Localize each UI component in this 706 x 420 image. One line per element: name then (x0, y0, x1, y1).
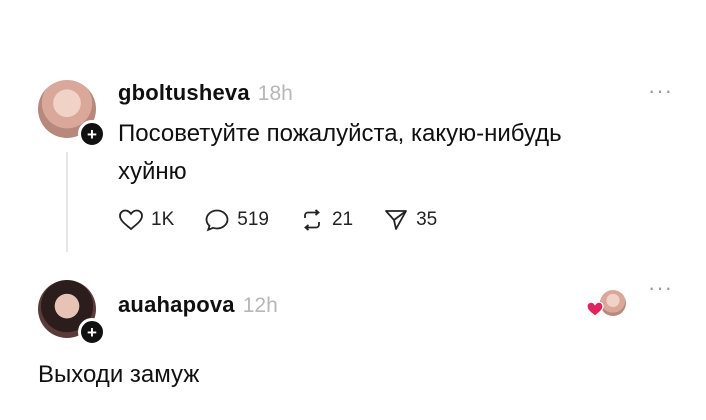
timestamp: 18h (257, 82, 293, 105)
share-count: 35 (416, 209, 438, 230)
more-icon[interactable]: ··· (648, 275, 673, 301)
repost-button[interactable]: 21 (299, 208, 353, 232)
post-header: auahapova 12h (118, 292, 278, 318)
post-text-line: хуйню (118, 158, 187, 185)
like-button[interactable]: 1K (118, 208, 174, 232)
heart-icon (586, 301, 604, 317)
more-icon[interactable]: ··· (648, 78, 673, 104)
like-count: 1K (151, 209, 175, 230)
timestamp: 12h (242, 294, 278, 317)
username[interactable]: auahapova (118, 292, 235, 318)
thread-line (66, 152, 68, 252)
post-text: Выходи замуж (38, 361, 200, 388)
share-icon (385, 210, 407, 230)
comment-count: 519 (237, 209, 269, 230)
post-header: gboltusheva 18h (118, 80, 293, 106)
post-actions: 1K 519 21 35 (118, 208, 467, 232)
username[interactable]: gboltusheva (118, 80, 250, 106)
plus-icon[interactable]: + (78, 318, 106, 346)
comment-icon (205, 209, 229, 232)
repost-icon (304, 209, 320, 231)
repost-count: 21 (331, 209, 354, 230)
post-text-line: Посоветуйте пожалуйста, какую-нибудь (118, 120, 562, 147)
share-button[interactable]: 35 (383, 208, 437, 232)
plus-icon[interactable]: + (78, 120, 106, 148)
post-text: Посоветуйте пожалуйста, какую-нибудь хуй… (118, 115, 562, 191)
heart-icon (119, 209, 143, 231)
comment-button[interactable]: 519 (204, 208, 269, 232)
